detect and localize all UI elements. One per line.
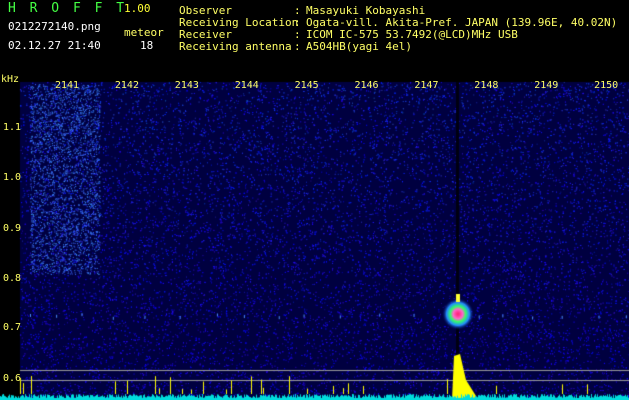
time-tick-label: 2150 bbox=[594, 80, 619, 91]
image-filename: 0212272140.png bbox=[8, 20, 101, 33]
antenna-label: Receiving antenna bbox=[179, 40, 292, 53]
time-tick-label: 2145 bbox=[294, 80, 319, 91]
time-tick-label: 2142 bbox=[114, 80, 139, 91]
header-panel: H R O F F T 1.00 0212272140.png 02.12.27… bbox=[0, 0, 629, 74]
time-tick-label: 2143 bbox=[174, 80, 199, 91]
frequency-tick-label: 1.1 bbox=[3, 122, 22, 133]
time-tick-label: 2147 bbox=[414, 80, 439, 91]
frequency-tick-label: 0.7 bbox=[3, 322, 22, 333]
frequency-unit-label: kHz bbox=[1, 74, 20, 85]
time-tick-label: 2144 bbox=[234, 80, 259, 91]
time-tick-label: 2149 bbox=[534, 80, 559, 91]
antenna-colon: : bbox=[294, 40, 301, 53]
frequency-tick-label: 0.6 bbox=[3, 373, 22, 384]
time-tick-label: 2141 bbox=[55, 80, 80, 91]
app-title: H R O F F T bbox=[8, 1, 128, 16]
spectrogram-canvas bbox=[0, 74, 629, 400]
capture-datetime: 02.12.27 21:40 bbox=[8, 39, 101, 52]
time-tick-label: 2146 bbox=[354, 80, 379, 91]
frequency-tick-label: 0.8 bbox=[3, 273, 22, 284]
meteor-count-label: meteor bbox=[124, 26, 164, 39]
frequency-tick-label: 1.0 bbox=[3, 172, 22, 183]
meteor-count-value: 18 bbox=[140, 39, 154, 52]
time-tick-label: 2148 bbox=[474, 80, 499, 91]
frequency-tick-label: 0.9 bbox=[3, 223, 22, 234]
antenna-value: A504HB(yagi 4el) bbox=[306, 40, 412, 53]
app-version: 1.00 bbox=[124, 2, 151, 15]
